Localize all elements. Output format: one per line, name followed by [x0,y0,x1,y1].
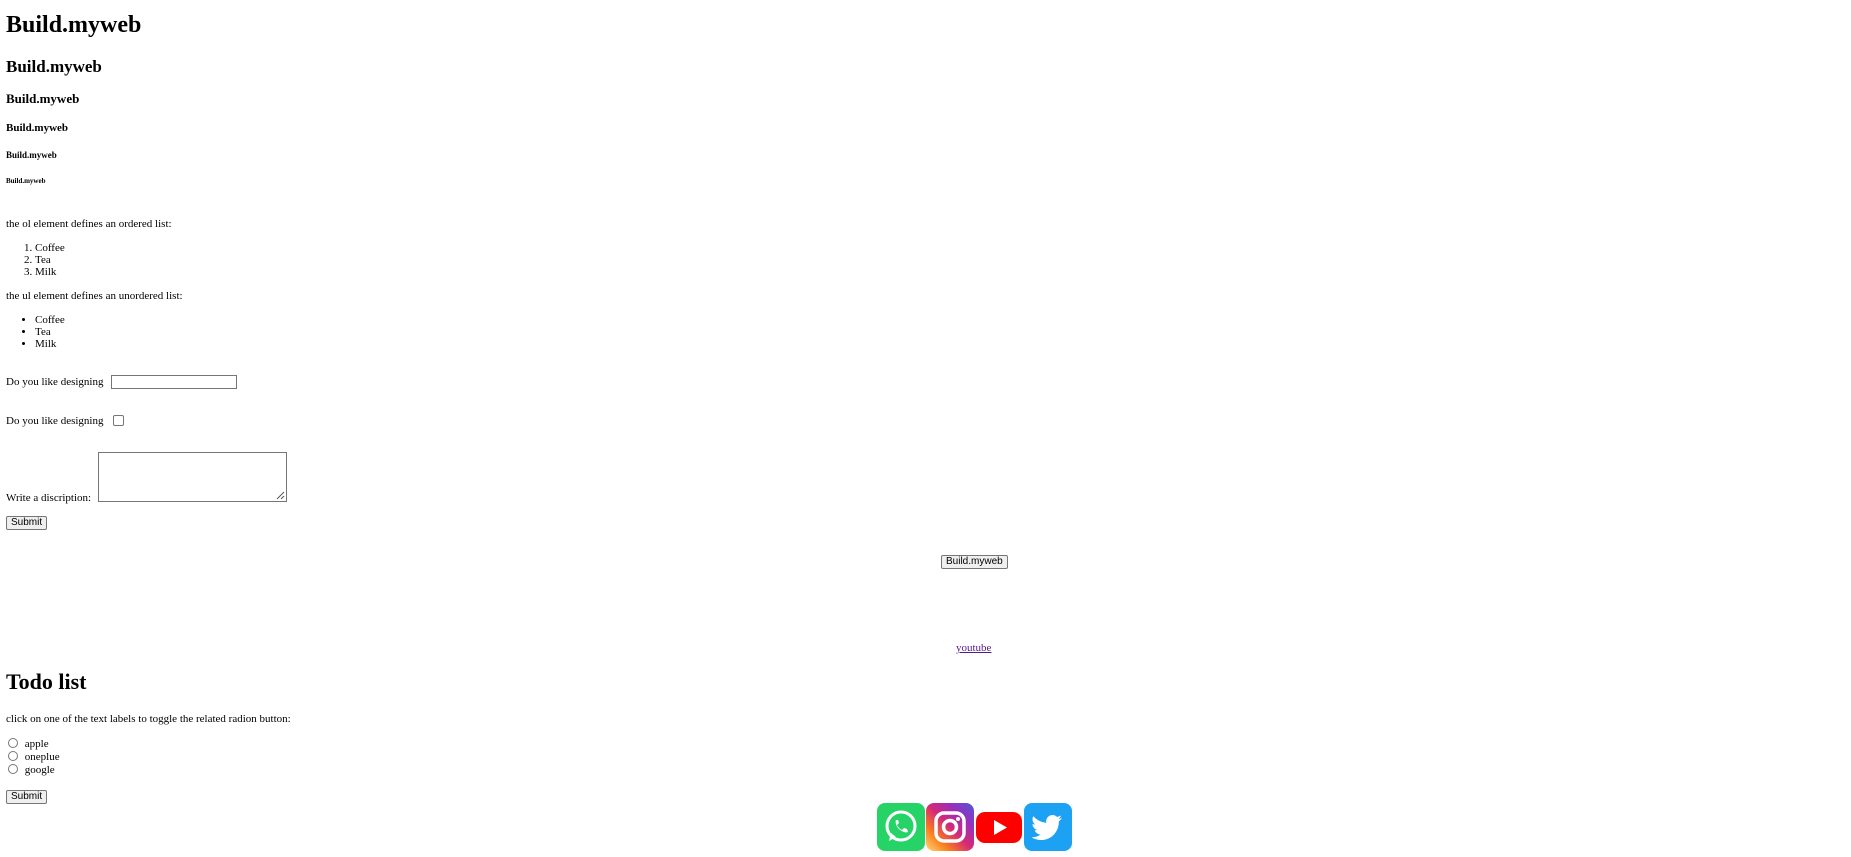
twitter-icon[interactable] [1024,803,1072,851]
todo-instructions: click on one of the text labels to toggl… [6,713,291,725]
list-item: Tea [35,326,65,338]
designing-text-label: Do you like designing [6,376,104,388]
list-item: Milk [35,266,65,278]
instagram-icon[interactable] [926,803,974,851]
youtube-link[interactable]: youtube [956,642,991,654]
radio-label[interactable]: apple [25,738,49,750]
designing-checkbox[interactable] [113,415,124,426]
heading-5: Build.myweb [6,150,57,160]
designing-checkbox-label: Do you like designing [6,415,104,427]
heading-2: Build.myweb [6,57,102,76]
radio-button[interactable] [8,764,18,774]
ordered-list: Coffee Tea Milk [6,242,65,278]
radio-label[interactable]: oneplue [25,751,60,763]
description-label: Write a discription: [6,492,92,504]
description-textarea[interactable] [98,452,287,502]
radio-label[interactable]: google [25,764,55,776]
ul-intro: the ul element defines an unordered list… [6,290,183,302]
todo-option[interactable]: google [8,764,55,776]
unordered-list: Coffee Tea Milk [6,314,65,350]
ol-intro: the ol element defines an ordered list: [6,218,172,230]
list-item: Coffee [35,242,65,254]
todo-title: Todo list [6,669,87,694]
resize-grip-icon[interactable] [275,490,285,500]
youtube-icon[interactable] [975,803,1023,851]
todo-option[interactable]: oneplue [8,751,60,763]
list-item: Tea [35,254,65,266]
heading-3: Build.myweb [6,91,80,106]
build-myweb-button[interactable]: Build.myweb [941,555,1008,569]
radio-button[interactable] [8,751,18,761]
todo-submit-button[interactable]: Submit [6,790,48,804]
designing-text-input[interactable] [111,375,237,389]
heading-1: Build.myweb [6,12,142,38]
form-submit-button[interactable]: Submit [6,516,48,530]
heading-4: Build.myweb [6,122,69,134]
whatsapp-icon[interactable] [877,803,925,851]
heading-6: Build.myweb [6,177,46,185]
radio-button[interactable] [8,738,18,748]
list-item: Milk [35,338,65,350]
list-item: Coffee [35,314,65,326]
todo-option[interactable]: apple [8,738,49,750]
